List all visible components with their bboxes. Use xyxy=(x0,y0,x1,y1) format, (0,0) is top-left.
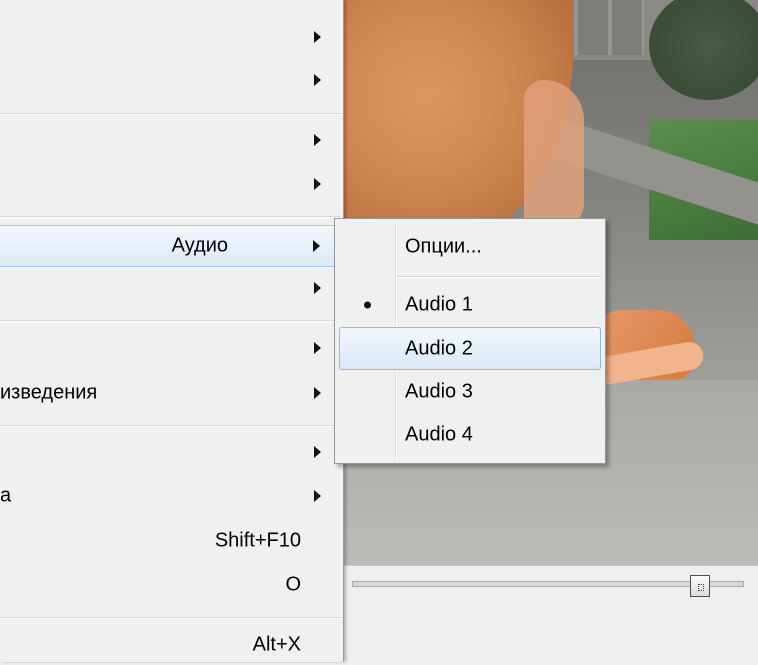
submenu-arrow-icon xyxy=(314,342,321,354)
selected-bullet-icon xyxy=(364,301,371,309)
menu-item-6[interactable] xyxy=(0,268,341,308)
menu-item-audio-2[interactable]: Audio 2 xyxy=(339,327,601,370)
submenu-arrow-icon xyxy=(314,31,321,43)
menu-separator xyxy=(0,113,341,115)
seek-thumb[interactable] xyxy=(690,575,710,597)
menu-item-label: Audio 4 xyxy=(405,423,473,446)
menu-item-playback[interactable]: изведения xyxy=(0,373,341,413)
menu-item-audio-1[interactable]: Audio 1 xyxy=(339,285,601,325)
menu-item-4[interactable] xyxy=(0,164,341,204)
menu-item-10[interactable]: а xyxy=(0,476,341,516)
menu-item-label: изведения xyxy=(0,381,98,404)
video-robe-fold xyxy=(524,80,584,230)
video-tree xyxy=(649,0,758,100)
submenu-arrow-icon xyxy=(314,134,321,146)
menu-separator xyxy=(0,617,341,619)
menu-item-shortcut: Shift+F10 xyxy=(214,529,301,552)
menu-item-1[interactable] xyxy=(0,17,341,57)
menu-item-o[interactable]: O xyxy=(0,565,341,605)
menu-item-label: Audio 2 xyxy=(405,337,473,359)
submenu-arrow-icon xyxy=(314,387,321,399)
menu-item-label: Audio 1 xyxy=(405,293,473,316)
context-menu: Аудио изведения а Shift+F10 O Alt+X xyxy=(0,0,344,662)
menu-item-2[interactable] xyxy=(0,60,341,100)
menu-separator xyxy=(0,425,341,427)
submenu-arrow-icon xyxy=(314,282,321,294)
submenu-arrow-icon xyxy=(314,490,321,502)
menu-item-options[interactable]: Опции... xyxy=(339,227,601,267)
menu-item-label: а xyxy=(0,484,12,507)
submenu-arrow-icon xyxy=(313,240,320,252)
menu-item-exit[interactable]: Alt+X xyxy=(0,625,341,665)
menu-separator xyxy=(397,276,601,278)
menu-item-label: Аудио xyxy=(171,234,228,257)
menu-item-audio-3[interactable]: Audio 3 xyxy=(339,372,601,412)
menu-item-shortcut: O xyxy=(285,573,301,596)
menu-item-3[interactable] xyxy=(0,120,341,160)
menu-item-audio-4[interactable]: Audio 4 xyxy=(339,415,601,455)
seek-bar[interactable] xyxy=(352,581,744,587)
submenu-arrow-icon xyxy=(314,446,321,458)
submenu-arrow-icon xyxy=(314,74,321,86)
menu-item-shift-f10[interactable]: Shift+F10 xyxy=(0,521,341,561)
menu-item-7[interactable] xyxy=(0,328,341,368)
menu-item-9[interactable] xyxy=(0,432,341,472)
submenu-arrow-icon xyxy=(314,178,321,190)
menu-separator xyxy=(0,320,341,322)
player-controls xyxy=(344,565,758,663)
menu-item-label: Опции... xyxy=(405,235,482,258)
menu-item-label: Audio 3 xyxy=(405,380,473,403)
menu-item-audio[interactable]: Аудио xyxy=(0,225,341,267)
menu-item-shortcut: Alt+X xyxy=(252,633,301,656)
audio-submenu: Опции... Audio 1 Audio 2 Audio 3 Audio 4 xyxy=(334,218,606,464)
menu-separator xyxy=(0,216,341,218)
